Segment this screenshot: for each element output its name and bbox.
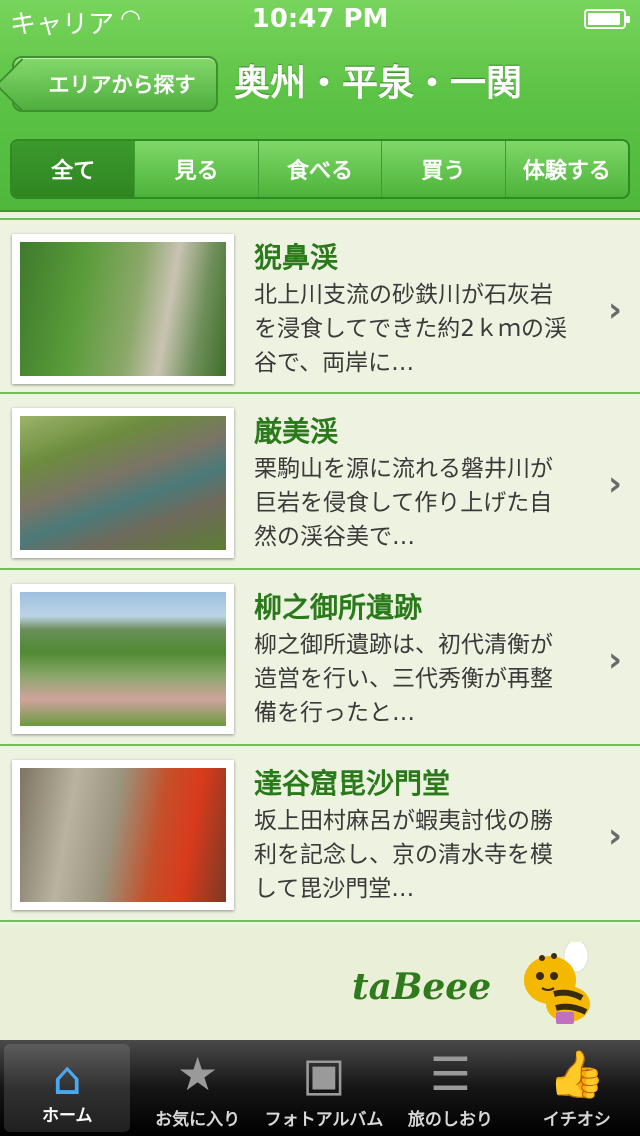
chevron-right-icon: › [607, 464, 622, 504]
star-icon: ★ [176, 1047, 219, 1101]
list-item[interactable]: 達谷窟毘沙門堂 坂上田村麻呂が蝦夷討伐の勝利を記念し、京の清水寺を模して毘沙門堂… [0, 746, 640, 922]
list-item[interactable]: 猊鼻渓 北上川支流の砂鉄川が石灰岩を浸食してできた約2ｋｍの渓谷で、両岸に… › [0, 218, 640, 394]
clock: 10:47 PM [251, 4, 389, 34]
chevron-right-icon: › [607, 640, 622, 680]
spot-description: 栗駒山を源に流れる磐井川が巨岩を侵食して作り上げた自然の渓谷美で… [254, 456, 553, 550]
list-item[interactable]: 柳之御所遺跡 柳之御所遺跡は、初代清衡が造営を行い、三代秀衡が再整備を行ったと…… [0, 570, 640, 746]
back-button[interactable]: エリアから探す [12, 56, 218, 112]
spot-thumbnail [12, 234, 234, 384]
list-item[interactable]: 厳美渓 栗駒山を源に流れる磐井川が巨岩を侵食して作り上げた自然の渓谷美で… › [0, 394, 640, 570]
tab-label: お気に入り [155, 1110, 241, 1130]
tab-bar: ⌂ ホーム ★ お気に入り ▣ フォトアルバム ☰ 旅のしおり 👍 イチオシ [0, 1040, 640, 1136]
brand-banner: taBeee [0, 924, 640, 1040]
status-bar: キャリア ◠ 10:47 PM [0, 0, 640, 40]
spot-title: 達谷窟毘沙門堂 [254, 767, 451, 800]
spot-thumbnail [12, 408, 234, 558]
thumbs-up-icon: 👍 [548, 1047, 606, 1101]
clipboard-icon: ☰ [429, 1047, 472, 1101]
tab-favorites[interactable]: ★ お気に入り [134, 1040, 260, 1136]
chevron-right-icon: › [607, 816, 622, 856]
photo-album-icon: ▣ [302, 1047, 346, 1101]
tab-home[interactable]: ⌂ ホーム [4, 1044, 131, 1132]
bee-mascot-icon [524, 942, 590, 1024]
segment-eat[interactable]: 食べる [257, 141, 381, 197]
tab-label: フォトアルバム [264, 1110, 384, 1130]
spot-thumbnail [12, 760, 234, 910]
back-button-label: エリアから探す [48, 73, 196, 97]
spot-thumbnail [12, 584, 234, 734]
segment-all[interactable]: 全て [12, 141, 135, 197]
spot-title: 猊鼻渓 [254, 241, 339, 274]
chevron-right-icon: › [607, 290, 622, 330]
category-segmented-control: 全て 見る 食べる 買う 体験する [10, 139, 630, 199]
battery-icon [584, 9, 630, 29]
home-icon: ⌂ [52, 1051, 82, 1105]
tab-recommended[interactable]: 👍 イチオシ [514, 1040, 640, 1136]
tab-label: イチオシ [542, 1110, 611, 1130]
tab-label: 旅のしおり [407, 1110, 493, 1130]
segment-see[interactable]: 見る [134, 141, 257, 197]
spot-title: 柳之御所遺跡 [254, 591, 423, 624]
tab-photo-album[interactable]: ▣ フォトアルバム [261, 1040, 387, 1136]
segment-buy[interactable]: 買う [381, 141, 504, 197]
spot-description: 柳之御所遺跡は、初代清衡が造営を行い、三代秀衡が再整備を行ったと… [254, 632, 553, 726]
spot-list: 猊鼻渓 北上川支流の砂鉄川が石灰岩を浸食してできた約2ｋｍの渓谷で、両岸に… ›… [0, 218, 640, 922]
spot-description: 坂上田村麻呂が蝦夷討伐の勝利を記念し、京の清水寺を模して毘沙門堂… [254, 808, 553, 902]
segment-experience[interactable]: 体験する [504, 141, 628, 197]
spot-description: 北上川支流の砂鉄川が石灰岩を浸食してできた約2ｋｍの渓谷で、両岸に… [254, 282, 567, 376]
brand-logo-text: taBeee [352, 966, 492, 1008]
page-title: 奥州・平泉・一関 [234, 63, 523, 104]
app-header: キャリア ◠ 10:47 PM エリアから探す 奥州・平泉・一関 全て 見る 食… [0, 0, 640, 212]
spot-title: 厳美渓 [254, 415, 339, 448]
tab-travel-notes[interactable]: ☰ 旅のしおり [387, 1040, 513, 1136]
